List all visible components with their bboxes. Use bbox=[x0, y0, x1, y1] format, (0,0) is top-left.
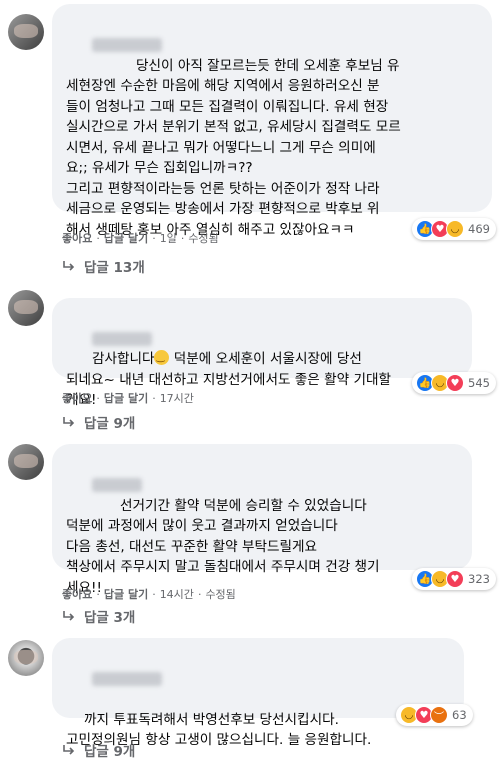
reply-arrow-icon bbox=[63, 611, 75, 621]
comment-bubble: 감사합니다 덕분에 오세훈이 서울시장에 당선 되네요~ 내년 대선하고 지방선… bbox=[52, 298, 472, 408]
reply-link[interactable]: 답글 달기 bbox=[104, 392, 148, 405]
reaction-summary[interactable]: 👍 ♥ ◡ 469 bbox=[412, 218, 496, 240]
avatar[interactable] bbox=[8, 14, 44, 50]
love-icon: ♥ bbox=[446, 570, 464, 588]
love-icon: ♥ bbox=[446, 374, 464, 392]
reply-arrow-icon bbox=[63, 417, 75, 427]
view-replies-button[interactable]: 답글 9개 bbox=[62, 740, 135, 760]
comment-text: 당신이 아직 잘모르는듯 한데 오세훈 후보님 유 세현장엔 수순한 마음에 해… bbox=[66, 57, 401, 238]
commenter-name[interactable] bbox=[91, 37, 162, 52]
like-link[interactable]: 좋아요 bbox=[62, 392, 92, 405]
reply-link[interactable]: 답글 달기 bbox=[104, 232, 148, 245]
haha-icon: ◡ bbox=[446, 220, 464, 238]
smile-emoji-icon bbox=[154, 348, 170, 369]
like-link[interactable]: 좋아요 bbox=[62, 232, 92, 245]
comment-meta: 좋아요 · 답글 달기 · 1일 · 수정됨 bbox=[62, 232, 219, 245]
timestamp[interactable]: 14시간 bbox=[160, 588, 194, 601]
reaction-count: 323 bbox=[468, 572, 490, 586]
commenter-name[interactable] bbox=[91, 671, 162, 686]
reaction-count: 545 bbox=[468, 376, 490, 390]
reaction-count: 469 bbox=[468, 222, 490, 236]
reply-arrow-icon bbox=[63, 261, 75, 271]
reply-arrow-icon bbox=[63, 745, 75, 755]
reaction-summary[interactable]: 👍 ◡ ♥ 323 bbox=[412, 568, 496, 590]
avatar[interactable] bbox=[8, 640, 44, 676]
like-link[interactable]: 좋아요 bbox=[62, 588, 92, 601]
timestamp[interactable]: 17시간 bbox=[160, 392, 194, 405]
avatar[interactable] bbox=[8, 444, 44, 480]
view-replies-button[interactable]: 답글 3개 bbox=[62, 606, 135, 626]
reaction-summary[interactable]: 👍 ◡ ♥ 545 bbox=[412, 372, 496, 394]
view-replies-button[interactable]: 답글 9개 bbox=[62, 412, 135, 432]
comment-bubble: 당신이 아직 잘모르는듯 한데 오세훈 후보님 유 세현장엔 수순한 마음에 해… bbox=[52, 4, 492, 238]
comment-text: 감사합니다 bbox=[91, 351, 155, 367]
edited-label: 수정됨 bbox=[188, 232, 219, 245]
avatar[interactable] bbox=[8, 290, 44, 326]
comment-meta: 좋아요 · 답글 달기 · 17시간 bbox=[62, 392, 194, 405]
reaction-summary[interactable]: ◡ ♥ ︶ 63 bbox=[396, 704, 473, 726]
view-replies-button[interactable]: 답글 13개 bbox=[62, 256, 145, 276]
commenter-name[interactable] bbox=[91, 477, 142, 492]
comment-bubble: 선거기간 활약 덕분에 승리할 수 있었습니다 덕분에 과정에서 많이 웃고 결… bbox=[52, 444, 472, 596]
timestamp[interactable]: 1일 bbox=[160, 232, 177, 245]
reply-link[interactable]: 답글 달기 bbox=[104, 588, 148, 601]
edited-label: 수정됨 bbox=[205, 588, 236, 601]
angry-icon: ︶ bbox=[430, 706, 448, 724]
comment-text: 선거기간 활약 덕분에 승리할 수 있었습니다 덕분에 과정에서 많이 웃고 결… bbox=[66, 497, 380, 596]
comment-meta: 좋아요 · 답글 달기 · 14시간 · 수정됨 bbox=[62, 588, 236, 601]
reaction-count: 63 bbox=[452, 708, 467, 722]
commenter-name[interactable] bbox=[91, 331, 152, 346]
